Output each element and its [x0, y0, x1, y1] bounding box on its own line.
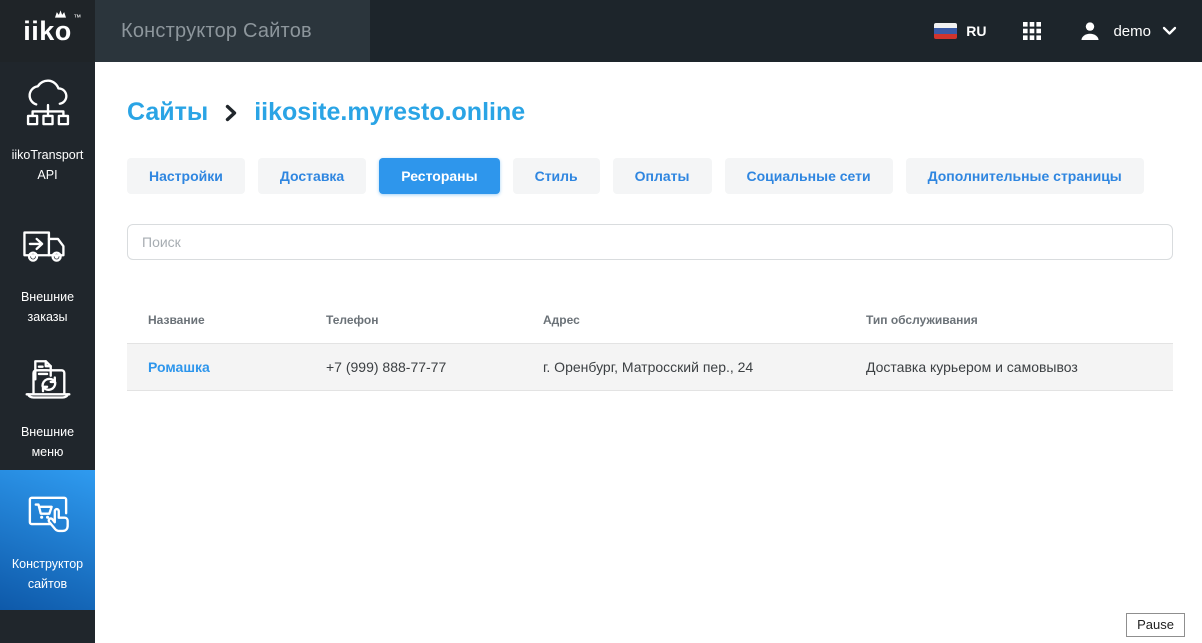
iiko-logo-text: iiko ™ [23, 18, 72, 45]
site-builder-icon [19, 486, 77, 544]
sidebar-item-iikotransport-api[interactable]: iikoTransport API [0, 62, 95, 200]
breadcrumb: Сайты iikosite.myresto.online [127, 98, 1173, 127]
crown-icon [55, 10, 66, 18]
chevron-down-icon [1162, 26, 1177, 36]
restaurant-address: г. Оренбург, Матросский пер., 24 [522, 359, 845, 375]
tab-payments[interactable]: Оплаты [613, 158, 712, 194]
search-bar [127, 224, 1173, 260]
sidebar-item-site-builder[interactable]: Конструктор сайтов [0, 470, 95, 610]
column-header-service-type: Тип обслуживания [845, 313, 1173, 327]
app-title: Конструктор Сайтов [121, 20, 312, 43]
menu-sync-icon [19, 354, 77, 412]
column-header-phone: Телефон [305, 313, 522, 327]
topbar-spacer [370, 0, 934, 62]
tab-delivery[interactable]: Доставка [258, 158, 366, 194]
pause-button[interactable]: Pause [1126, 613, 1185, 637]
restaurant-phone: +7 (999) 888-77-77 [305, 359, 522, 375]
table-row[interactable]: Ромашка +7 (999) 888-77-77 г. Оренбург, … [127, 343, 1173, 391]
tab-settings[interactable]: Настройки [127, 158, 245, 194]
sidebar-item-external-menus[interactable]: Внешние меню [0, 345, 95, 470]
app-title-block: Конструктор Сайтов [95, 0, 370, 62]
apps-grid-button[interactable] [1022, 21, 1042, 41]
sidebar-item-external-orders[interactable]: Внешние заказы [0, 200, 95, 345]
language-switcher[interactable]: RU [934, 23, 986, 39]
sidebar: iikoTransport API Внешние заказы [0, 62, 95, 643]
restaurant-name-link[interactable]: Ромашка [127, 359, 305, 375]
column-header-address: Адрес [522, 313, 845, 327]
breadcrumb-current-site: iikosite.myresto.online [254, 98, 525, 127]
sidebar-item-label: iikoTransport API [4, 145, 91, 185]
restaurants-table: Название Телефон Адрес Тип обслуживания … [127, 297, 1173, 391]
user-name: demo [1113, 23, 1151, 40]
layout: iikoTransport API Внешние заказы [0, 62, 1202, 643]
sidebar-item-label: Внешние меню [4, 422, 91, 462]
russian-flag-icon [934, 23, 957, 39]
language-code: RU [966, 23, 986, 39]
sidebar-item-label: Внешние заказы [4, 287, 91, 327]
delivery-truck-icon [19, 219, 77, 277]
cloud-network-icon [19, 77, 77, 135]
tab-style[interactable]: Стиль [513, 158, 600, 194]
breadcrumb-sites-link[interactable]: Сайты [127, 98, 208, 127]
trademark-symbol: ™ [73, 14, 82, 22]
topbar-right: RU demo [934, 0, 1202, 62]
user-menu[interactable]: demo [1078, 19, 1177, 43]
table-header-row: Название Телефон Адрес Тип обслуживания [127, 297, 1173, 343]
sidebar-item-label: Конструктор сайтов [4, 554, 91, 594]
main-content: Сайты iikosite.myresto.online Настройки … [95, 62, 1202, 643]
search-input[interactable] [127, 224, 1173, 260]
column-header-name: Название [127, 313, 305, 327]
tab-restaurants[interactable]: Рестораны [379, 158, 499, 194]
breadcrumb-separator-icon [225, 103, 237, 123]
iiko-logo[interactable]: iiko ™ [0, 0, 95, 62]
tab-additional-pages[interactable]: Дополнительные страницы [906, 158, 1144, 194]
tab-social-networks[interactable]: Социальные сети [725, 158, 893, 194]
user-icon [1078, 19, 1102, 43]
topbar: iiko ™ Конструктор Сайтов RU [0, 0, 1202, 62]
restaurant-service-type: Доставка курьером и самовывоз [845, 359, 1173, 375]
apps-grid-icon [1022, 21, 1042, 41]
tab-bar: Настройки Доставка Рестораны Стиль Оплат… [127, 158, 1173, 194]
